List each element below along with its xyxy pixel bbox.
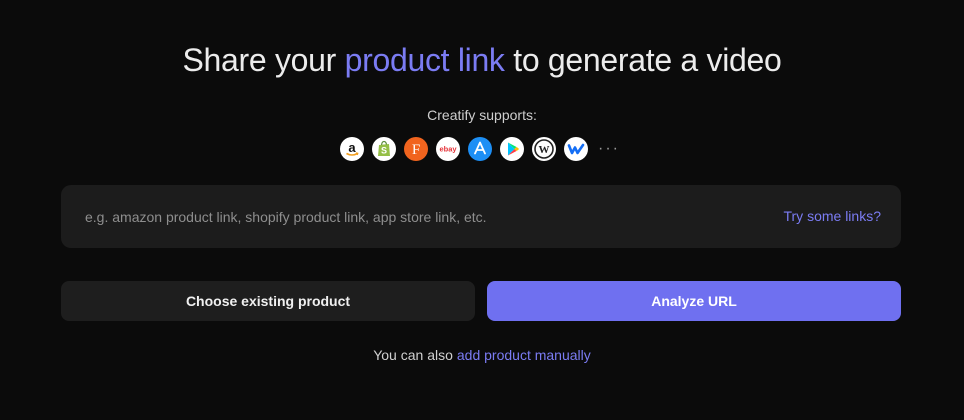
title-accent: product link	[344, 42, 505, 78]
amazon-letter: a	[348, 140, 356, 155]
url-input-box: Try some links?	[61, 185, 901, 248]
title-prefix: Share your	[182, 42, 345, 78]
product-url-input[interactable]	[85, 185, 745, 248]
choose-existing-product-button[interactable]: Choose existing product	[61, 281, 475, 321]
more-platforms-icon: ···	[598, 140, 620, 157]
manual-add-text: You can also	[373, 347, 453, 363]
app-store-icon: A	[468, 137, 492, 161]
amazon-icon: a	[340, 137, 364, 161]
product-link-page: Share your product link to generate a vi…	[0, 0, 964, 420]
analyze-url-button[interactable]: Analyze URL	[487, 281, 901, 321]
etsy-letter: F	[412, 142, 420, 158]
supported-platforms: a S F ebay W ···	[340, 137, 620, 161]
title-suffix: to generate a video	[504, 42, 782, 78]
ebay-icon: ebay	[436, 137, 460, 161]
webflow-letter: w	[576, 160, 577, 161]
ebay-letter: ebay	[439, 145, 457, 154]
google-play-icon	[500, 137, 524, 161]
page-title: Share your product link to generate a vi…	[0, 42, 964, 79]
webflow-icon: w	[564, 137, 588, 161]
wordpress-icon: W	[532, 137, 556, 161]
add-product-manually-link[interactable]: add product manually	[457, 347, 591, 363]
etsy-icon: F	[404, 137, 428, 161]
try-some-links-link[interactable]: Try some links?	[783, 185, 881, 248]
supports-label: Creatify supports:	[427, 107, 537, 123]
shopify-icon: S	[372, 137, 396, 161]
app-store-letter: A	[480, 159, 481, 161]
wordpress-letter: W	[539, 144, 550, 156]
shopify-letter: S	[381, 146, 387, 156]
manual-add-hint: You can also add product manually	[0, 347, 964, 363]
